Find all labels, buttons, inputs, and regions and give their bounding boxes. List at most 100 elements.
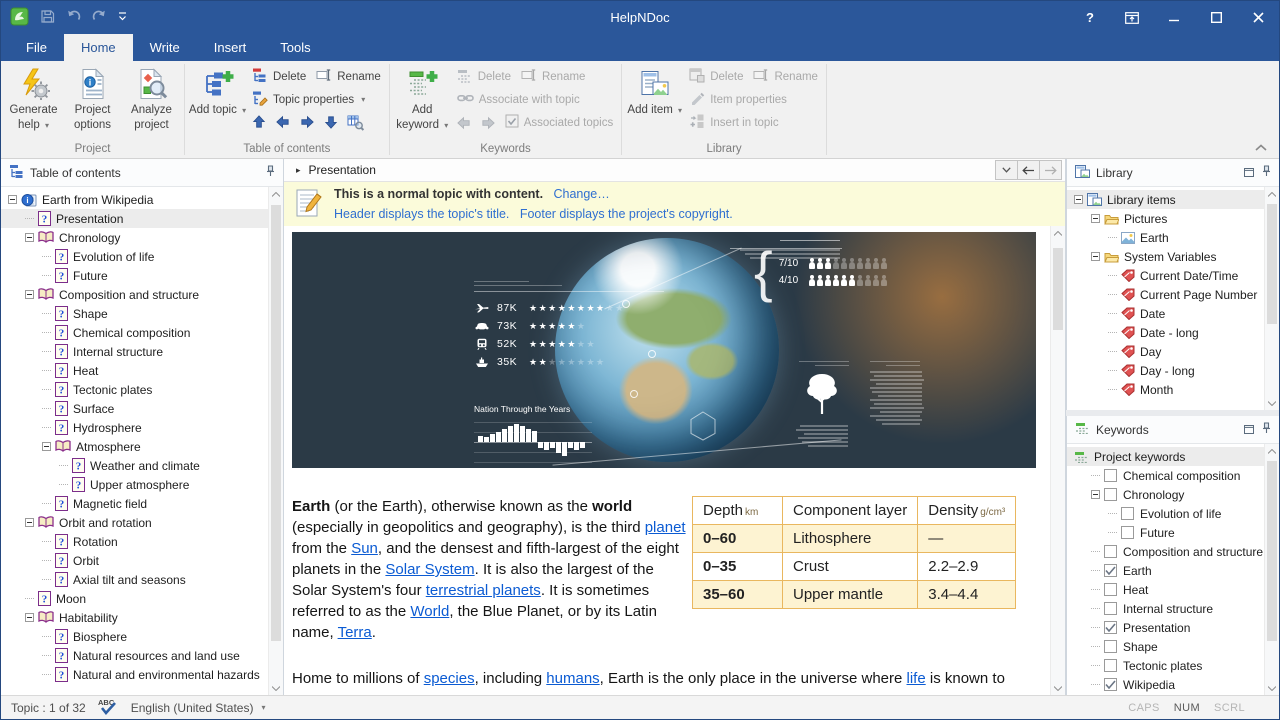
keyword-item[interactable]: Presentation [1067,618,1264,637]
library-item[interactable]: Day [1067,342,1264,361]
collapse-icon[interactable] [42,442,51,451]
rename-keyword-button[interactable]: Rename [516,65,590,88]
keyword-item[interactable]: Internal structure [1067,599,1264,618]
keywords-scrollbar[interactable] [1264,444,1279,695]
scroll-up-icon[interactable] [1051,226,1065,240]
analyze-project-button[interactable]: Analyze project [122,62,181,133]
previous-keyword-button[interactable] [452,112,476,134]
keyword-item[interactable]: Heat [1067,580,1264,599]
undo-button[interactable] [66,9,81,26]
keyword-item[interactable]: Wikipedia [1067,675,1264,694]
toc-item[interactable]: Orbit and rotation [1,513,268,532]
library-item[interactable]: Day - long [1067,361,1264,380]
toc-item[interactable]: ?Magnetic field [1,494,268,513]
toc-item[interactable]: Habitability [1,608,268,627]
scroll-up-icon[interactable] [1265,187,1279,201]
move-topic-up-button[interactable] [247,111,271,133]
delete-topic-button[interactable]: Delete [247,65,311,88]
scrollbar-thumb[interactable] [1267,204,1277,324]
keyword-item[interactable]: Chronology [1067,485,1264,504]
float-panel-icon[interactable] [1244,423,1254,437]
maximize-button[interactable] [1195,1,1237,34]
toc-item[interactable]: ?Chemical composition [1,323,268,342]
scrollbar-thumb[interactable] [271,205,281,641]
library-item[interactable]: Month [1067,380,1264,399]
scrollbar-thumb[interactable] [1267,461,1277,641]
toc-item[interactable]: ?Natural resources and land use [1,646,268,665]
keyword-checkbox[interactable] [1104,678,1117,691]
collapse-ribbon-chevron[interactable] [1255,140,1267,154]
keyword-item[interactable]: Evolution of life [1067,504,1264,523]
library-item[interactable]: Date - long [1067,323,1264,342]
delete-keyword-button[interactable]: Delete [452,65,516,88]
rename-topic-button[interactable]: Rename [311,65,385,88]
library-item[interactable]: Pictures [1067,209,1264,228]
scrollbar-thumb[interactable] [1053,248,1063,330]
keyword-checkbox[interactable] [1121,507,1134,520]
rename-item-button[interactable]: Rename [748,65,822,88]
editor-scrollbar[interactable] [1050,226,1065,695]
keyword-checkbox[interactable] [1104,469,1117,482]
navigate-back-button[interactable] [1017,160,1040,180]
keyword-item[interactable]: Tectonic plates [1067,656,1264,675]
library-item[interactable]: System Variables [1067,247,1264,266]
collapse-icon[interactable] [1091,214,1100,223]
keyword-checkbox[interactable] [1104,564,1117,577]
help-button[interactable]: ? [1069,1,1111,34]
hyperlink[interactable]: World [410,603,449,620]
collapse-icon[interactable] [25,518,34,527]
toc-item[interactable]: ?Weather and climate [1,456,268,475]
toc-item[interactable]: iEarth from Wikipedia [1,190,268,209]
keyword-checkbox[interactable] [1104,621,1117,634]
scroll-down-icon[interactable] [1265,396,1279,410]
hyperlink[interactable]: Terra [338,624,372,641]
float-panel-icon[interactable] [1244,166,1254,180]
header-settings-link[interactable]: Header displays the topic's title. [334,207,509,221]
library-scrollbar[interactable] [1264,187,1279,410]
collapse-icon[interactable] [1091,490,1100,499]
toc-item[interactable]: ?Biosphere [1,627,268,646]
hyperlink[interactable]: planet [645,519,686,536]
keyword-item[interactable]: Future [1067,523,1264,542]
scroll-down-icon[interactable] [1265,681,1279,695]
customize-qat-button[interactable] [118,11,127,25]
keyword-checkbox[interactable] [1104,488,1117,501]
tab-home[interactable]: Home [64,34,133,61]
toc-item[interactable]: ?Internal structure [1,342,268,361]
scroll-down-icon[interactable] [1051,681,1065,695]
keyword-item[interactable]: Shape [1067,637,1264,656]
toc-item[interactable]: ?Future [1,266,268,285]
topic-dropdown-button[interactable] [995,160,1018,180]
collapse-icon[interactable] [25,233,34,242]
topic-properties-button[interactable]: Topic properties ▾ [247,88,370,111]
hyperlink[interactable]: species [424,670,475,687]
insert-in-topic-button[interactable]: Insert in topic [684,111,783,134]
reorder-topics-button[interactable] [343,111,367,133]
toc-item[interactable]: ?Natural and environmental hazards [1,665,268,684]
library-item[interactable]: Current Date/Time [1067,266,1264,285]
library-item[interactable]: Date [1067,304,1264,323]
item-properties-button[interactable]: Item properties [684,88,792,111]
delete-item-button[interactable]: Delete [684,65,748,88]
toc-item[interactable]: Chronology [1,228,268,247]
associate-with-topic-button[interactable]: Associate with topic [452,88,585,111]
keyword-item[interactable]: Composition and structure [1067,542,1264,561]
keyword-item[interactable]: Project keywords [1067,447,1264,466]
hyperlink[interactable]: Solar System [385,561,474,578]
add-topic-button[interactable]: Add topic ▾ [188,62,247,118]
hyperlink[interactable]: Sun [351,540,378,557]
pin-icon[interactable] [1262,422,1271,437]
topic-expand-icon[interactable]: ▸ [296,165,301,176]
library-item[interactable]: Library items [1067,190,1264,209]
navigate-forward-button[interactable] [1039,160,1062,180]
move-topic-down-button[interactable] [319,111,343,133]
toc-item[interactable]: ?Axial tilt and seasons [1,570,268,589]
toc-item[interactable]: Composition and structure [1,285,268,304]
toc-scrollbar[interactable] [268,187,283,695]
project-options-button[interactable]: i Project options [63,62,122,133]
tab-insert[interactable]: Insert [197,34,264,61]
collapse-icon[interactable] [25,613,34,622]
library-item[interactable]: Current Page Number [1067,285,1264,304]
earth-infographic-image[interactable]: 87K★★★★★★★★★★73K★★★★★★52K★★★★★★★35K★★★★★… [292,232,1036,468]
move-topic-left-button[interactable] [271,111,295,133]
